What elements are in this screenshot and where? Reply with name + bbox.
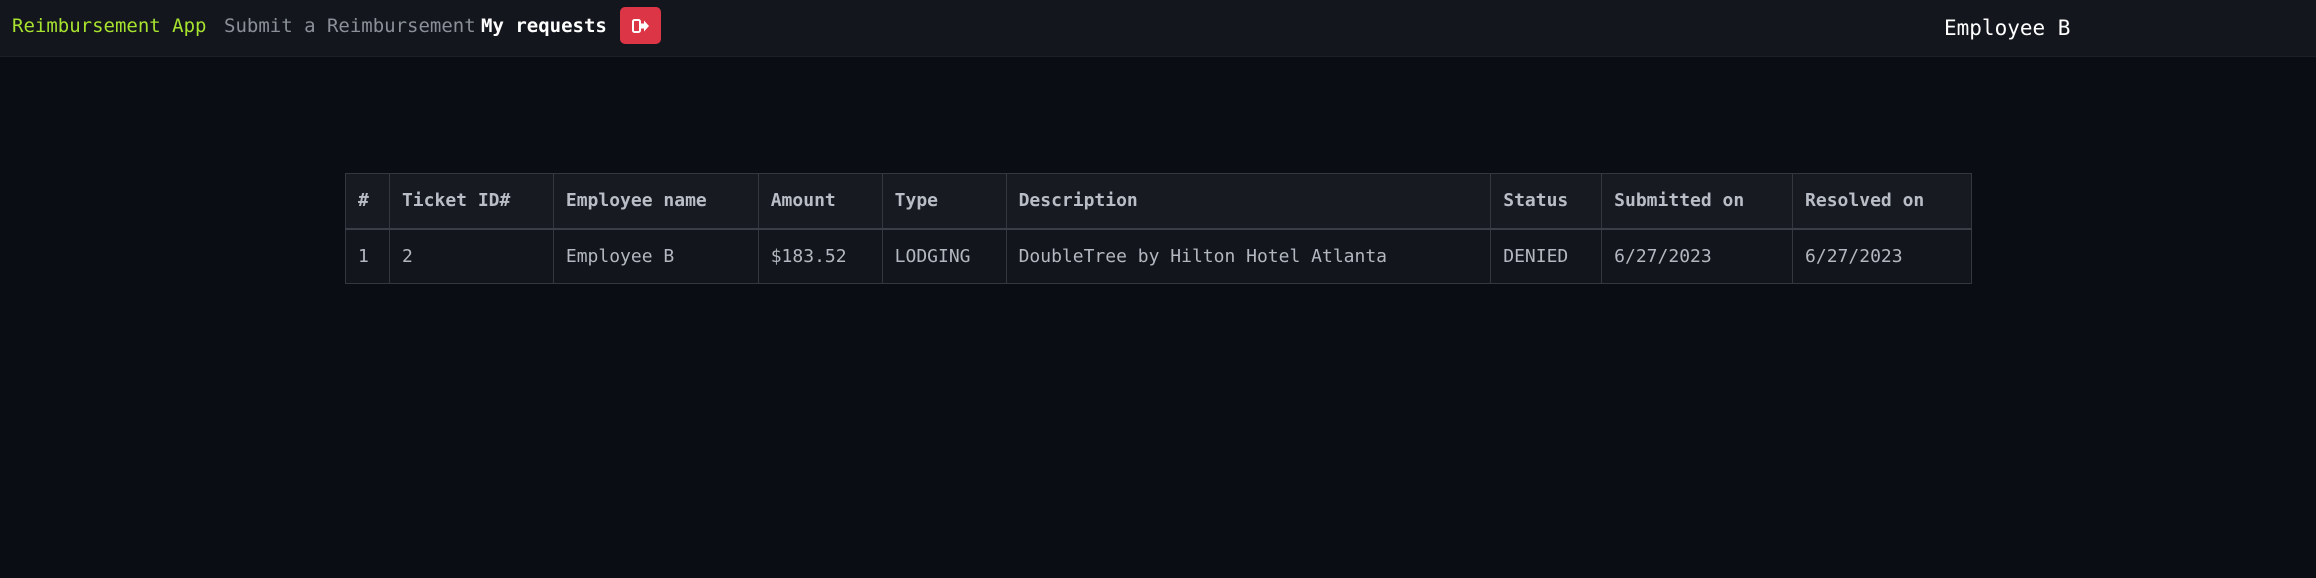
- column-header-employee-name: Employee name: [552, 173, 759, 230]
- brand-link[interactable]: Reimbursement App: [12, 14, 206, 38]
- sign-out-icon: [631, 18, 649, 33]
- nav-my-requests[interactable]: My requests: [481, 14, 607, 38]
- column-header-resolved-on: Resolved on: [1792, 173, 1972, 230]
- column-header-ticket-id: Ticket ID#: [388, 173, 554, 230]
- logout-button[interactable]: [620, 7, 661, 44]
- table-header-row: # Ticket ID# Employee name Amount Type D…: [345, 173, 1972, 230]
- current-user-name: Employee B: [1944, 16, 2071, 40]
- cell-submitted-on: 6/27/2023: [1601, 228, 1794, 284]
- column-header-type: Type: [881, 173, 1007, 230]
- nav-submit-reimbursement[interactable]: Submit a Reimbursement: [224, 14, 476, 38]
- cell-resolved-on: 6/27/2023: [1792, 228, 1972, 284]
- table-row: 1 2 Employee B $183.52 LODGING DoubleTre…: [345, 228, 1972, 284]
- column-header-amount: Amount: [757, 173, 883, 230]
- column-header-description: Description: [1005, 173, 1492, 230]
- top-navbar: Reimbursement App Submit a Reimbursement…: [0, 0, 2316, 57]
- column-header-index: #: [345, 173, 390, 230]
- cell-type: LODGING: [881, 228, 1007, 284]
- cell-status: DENIED: [1490, 228, 1603, 284]
- cell-employee-name: Employee B: [552, 228, 759, 284]
- cell-index: 1: [345, 228, 390, 284]
- cell-description: DoubleTree by Hilton Hotel Atlanta: [1005, 228, 1492, 284]
- column-header-submitted-on: Submitted on: [1601, 173, 1794, 230]
- cell-amount: $183.52: [757, 228, 883, 284]
- cell-ticket-id: 2: [388, 228, 554, 284]
- requests-table: # Ticket ID# Employee name Amount Type D…: [345, 173, 1972, 284]
- column-header-status: Status: [1490, 173, 1603, 230]
